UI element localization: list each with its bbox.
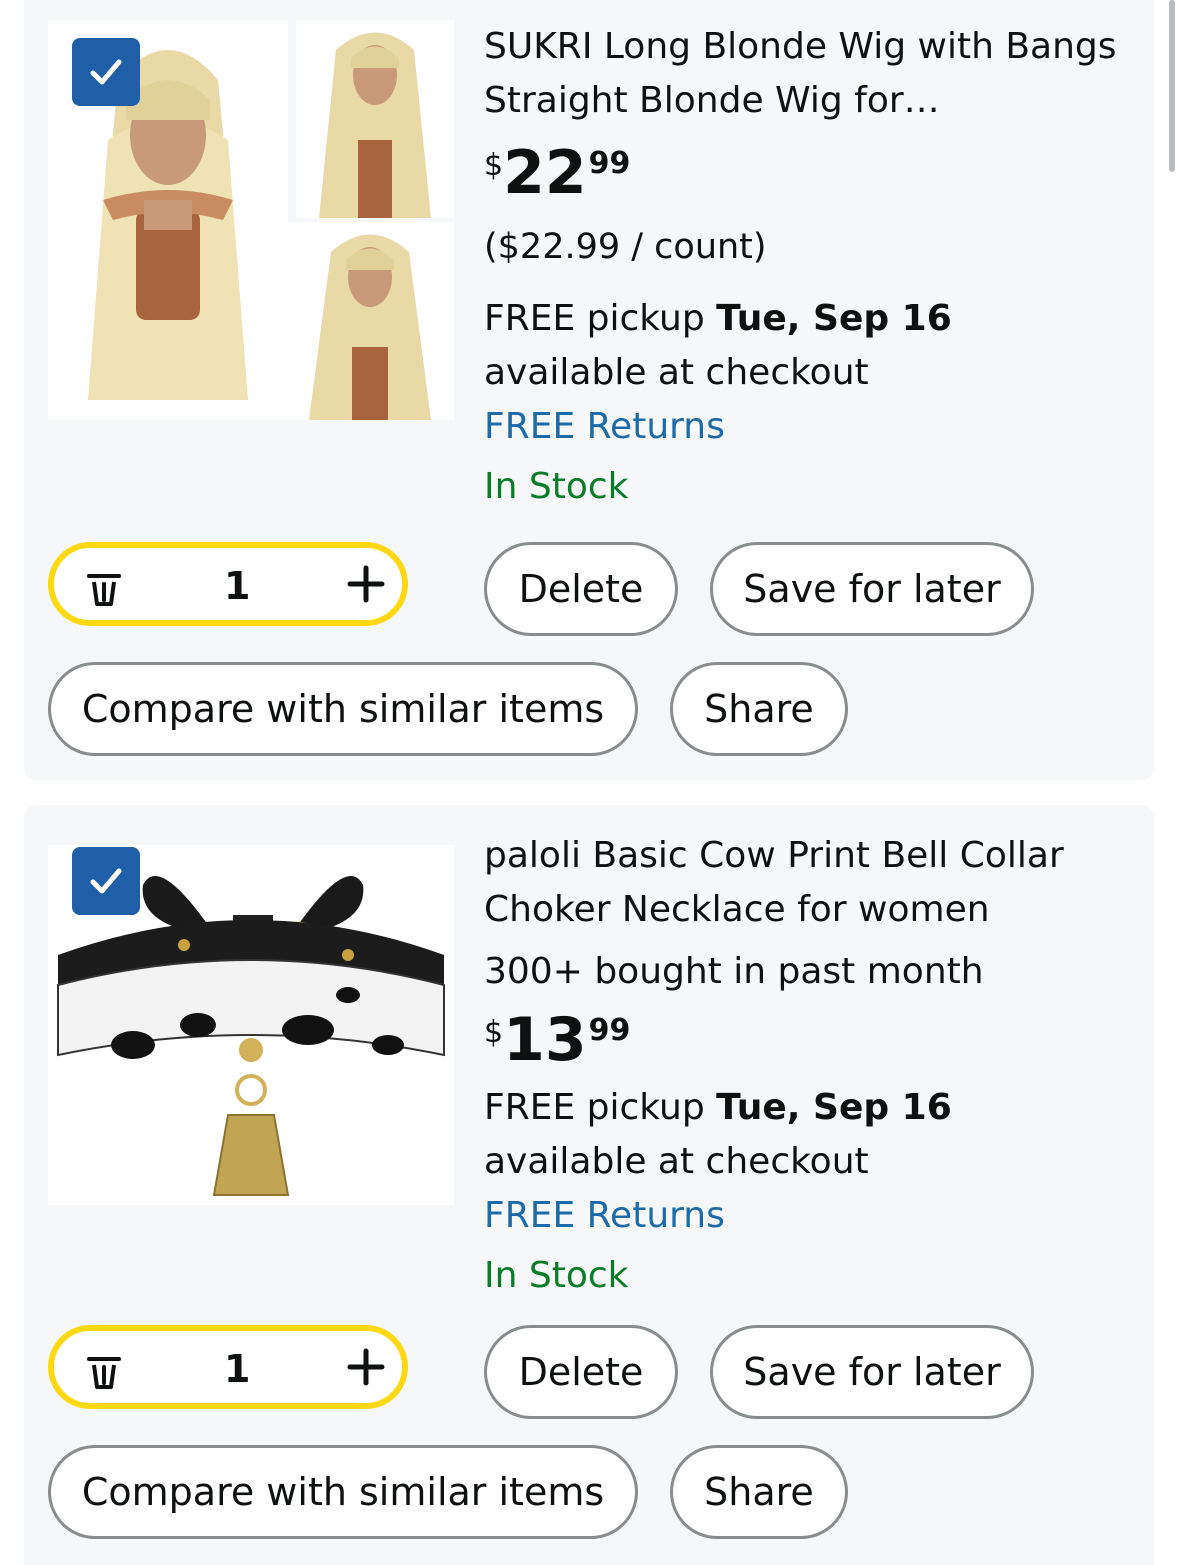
compare-similar-button[interactable]: Compare with similar items — [48, 1445, 638, 1539]
pickup-suffix: available at checkout — [484, 352, 869, 393]
delete-button[interactable]: Delete — [484, 542, 678, 636]
delete-button[interactable]: Delete — [484, 1325, 678, 1419]
free-returns-link[interactable]: FREE Returns — [484, 400, 1124, 454]
stock-status: In Stock — [484, 466, 629, 507]
price-whole: 13 — [503, 1005, 587, 1075]
quantity-stepper[interactable]: 1 — [48, 1325, 408, 1409]
price-currency: $ — [484, 1015, 504, 1050]
product-title[interactable]: SUKRI Long Blonde Wig with Bangs Straigh… — [484, 20, 1124, 128]
item-select-checkbox[interactable] — [72, 847, 140, 915]
price-whole: 22 — [503, 138, 587, 208]
share-button[interactable]: Share — [670, 1445, 848, 1539]
unit-price: ($22.99 / count) — [484, 227, 767, 267]
price-fraction: 99 — [588, 146, 631, 181]
quantity-stepper[interactable]: 1 — [48, 542, 408, 626]
item-select-checkbox[interactable] — [72, 38, 140, 106]
plus-icon[interactable] — [346, 1347, 386, 1391]
cart-item-card: paloli Basic Cow Print Bell Collar Choke… — [24, 805, 1154, 1565]
quantity-value: 1 — [224, 564, 251, 608]
bought-count: 300+ bought in past month — [484, 951, 984, 992]
checkmark-icon — [90, 868, 122, 894]
free-returns-link[interactable]: FREE Returns — [484, 1189, 1124, 1243]
product-price: $ 13 99 — [484, 1007, 1124, 1073]
product-price: $ 22 99 — [484, 140, 1124, 206]
product-title[interactable]: paloli Basic Cow Print Bell Collar Choke… — [484, 829, 1124, 937]
pickup-date: Tue, Sep 16 — [716, 298, 952, 339]
checkmark-icon — [90, 59, 122, 85]
product-image-thumb[interactable] — [296, 20, 454, 218]
compare-similar-button[interactable]: Compare with similar items — [48, 662, 638, 756]
pickup-info: FREE pickup Tue, Sep 16 available at che… — [484, 292, 1124, 400]
item-details: SUKRI Long Blonde Wig with Bangs Straigh… — [484, 20, 1124, 514]
scrollbar[interactable] — [1169, 0, 1175, 172]
item-details: paloli Basic Cow Print Bell Collar Choke… — [484, 829, 1124, 1303]
pickup-info: FREE pickup Tue, Sep 16 available at che… — [484, 1081, 1124, 1189]
save-for-later-button[interactable]: Save for later — [710, 1325, 1034, 1419]
price-fraction: 99 — [588, 1013, 631, 1048]
pickup-suffix: available at checkout — [484, 1141, 869, 1182]
pickup-prefix: FREE pickup — [484, 1087, 717, 1128]
price-currency: $ — [484, 148, 504, 183]
share-button[interactable]: Share — [670, 662, 848, 756]
trash-icon[interactable] — [84, 568, 124, 612]
product-image-thumb[interactable] — [286, 222, 454, 420]
stock-status: In Stock — [484, 1255, 629, 1296]
save-for-later-button[interactable]: Save for later — [710, 542, 1034, 636]
trash-icon[interactable] — [84, 1351, 124, 1395]
pickup-date: Tue, Sep 16 — [716, 1087, 952, 1128]
cart-item-card: SUKRI Long Blonde Wig with Bangs Straigh… — [24, 0, 1154, 780]
plus-icon[interactable] — [346, 564, 386, 608]
pickup-prefix: FREE pickup — [484, 298, 717, 339]
quantity-value: 1 — [224, 1347, 251, 1391]
